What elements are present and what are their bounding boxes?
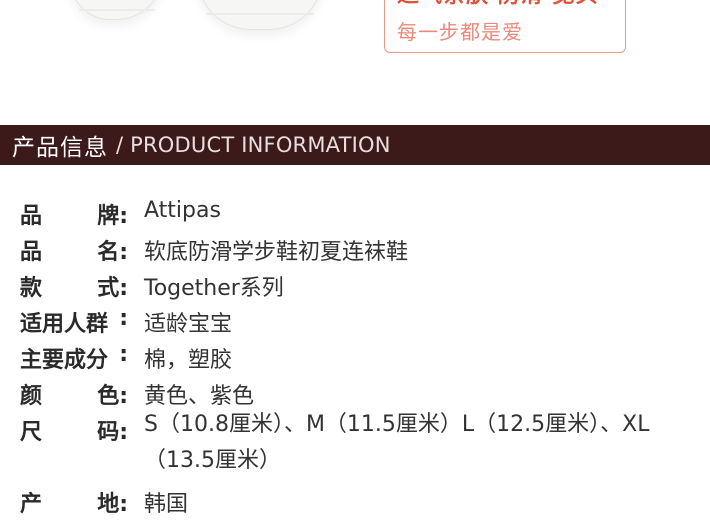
info-label: 适用人群: [20, 306, 128, 338]
info-label: 产 地: [20, 486, 128, 518]
info-row-origin: 产 地: 韩国 [0, 486, 710, 522]
shoe-image-left [70, 0, 164, 20]
product-photo-area: 适气亲肤 防滑 宽头 每一步都是爱 [0, 0, 710, 125]
label-char-b: 名: [97, 240, 128, 265]
label-char-b: 牌: [97, 204, 128, 229]
label-colon: : [119, 342, 128, 367]
info-value: 黄色、紫色 [144, 384, 255, 409]
section-title-en: / PRODUCT INFORMATION [116, 133, 391, 157]
label-colon: : [119, 306, 128, 331]
info-label: 尺 码: [20, 414, 128, 446]
info-row-name: 品 名: 软底防滑学步鞋初夏连袜鞋 [0, 234, 710, 270]
info-value: 软底防滑学步鞋初夏连袜鞋 [144, 240, 409, 265]
label-char-a: 尺 [20, 420, 43, 445]
info-value: Together系列 [144, 276, 284, 301]
info-row-material: 主要成分: 棉，塑胶 [0, 342, 710, 378]
label-char-b: 色: [97, 384, 128, 409]
slogan-headline: 适气亲肤 防滑 宽头 [397, 0, 598, 9]
label-text: 主要成分 [20, 348, 109, 373]
shoe-stitch [79, 9, 155, 11]
info-label: 主要成分: [20, 342, 128, 374]
info-value: 韩国 [144, 492, 189, 517]
info-value: 适龄宝宝 [144, 312, 233, 337]
label-char-a: 品 [20, 204, 43, 229]
info-label: 品 名: [20, 234, 128, 266]
slogan-subtitle: 每一步都是爱 [397, 20, 523, 44]
info-row-audience: 适用人群: 适龄宝宝 [0, 306, 710, 342]
info-row-style: 款 式: Together系列 [0, 270, 710, 306]
shoe-image-right [197, 0, 323, 30]
label-char-a: 款 [20, 276, 43, 301]
section-title-cn: 产品信息 [12, 135, 108, 161]
label-text: 适用人群 [20, 312, 109, 337]
info-value: 棉，塑胶 [144, 348, 233, 373]
info-label: 颜 色: [20, 378, 128, 410]
label-char-a: 产 [20, 492, 43, 517]
info-label: 品 牌: [20, 198, 128, 230]
shoe-stitch [206, 13, 314, 15]
label-char-a: 颜 [20, 384, 43, 409]
section-header-bar: 产品信息 / PRODUCT INFORMATION [0, 125, 710, 165]
info-value: S（10.8厘米）、M（11.5厘米）L（12.5厘米）、XL（13.5厘米） [144, 412, 650, 473]
info-row-brand: 品 牌: Attipas [0, 198, 710, 234]
label-char-b: 式: [97, 276, 128, 301]
label-char-a: 品 [20, 240, 43, 265]
info-row-size: 尺 码: S（10.8厘米）、M（11.5厘米）L（12.5厘米）、XL（13.5… [0, 412, 710, 486]
slogan-box: 适气亲肤 防滑 宽头 每一步都是爱 [384, 0, 626, 53]
info-label: 款 式: [20, 270, 128, 302]
label-char-b: 地: [97, 492, 128, 517]
info-value: Attipas [144, 198, 221, 223]
label-char-b: 码: [97, 420, 128, 445]
